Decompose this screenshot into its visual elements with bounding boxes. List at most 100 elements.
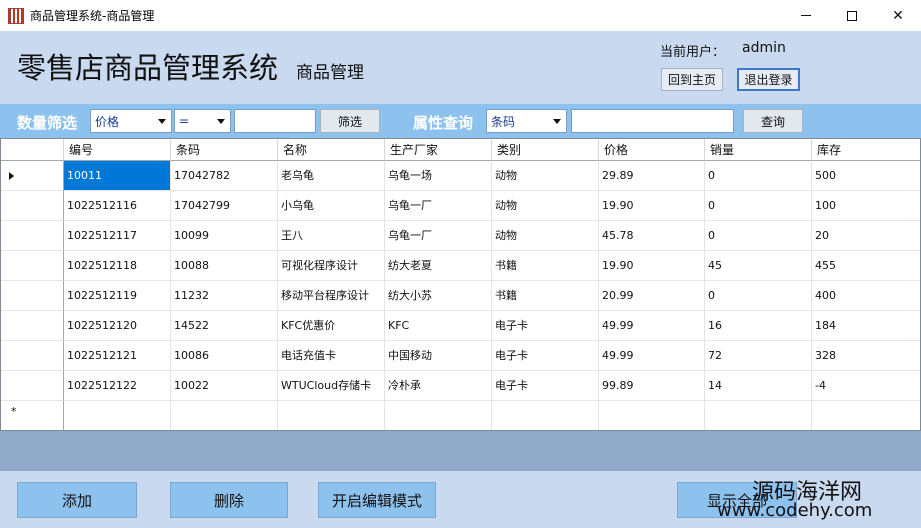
cell-id[interactable]: 1022512118 (64, 251, 171, 281)
cell-id[interactable]: 10011 (64, 161, 171, 191)
row-header[interactable] (1, 311, 64, 341)
cell-empty[interactable] (599, 401, 705, 430)
table-row[interactable]: 1022512119 11232 移动平台程序设计 纺大小苏 书籍 20.99 0 400 (1, 281, 920, 311)
table-row[interactable]: 1022512118 10088 可视化程序设计 纺大老夏 书籍 19.90 45 455 (1, 251, 920, 281)
cell-id[interactable]: 1022512116 (64, 191, 171, 221)
cell-barcode[interactable]: 17042799 (171, 191, 278, 221)
cell-sales[interactable]: 0 (705, 161, 812, 191)
add-button[interactable]: 添加 (17, 482, 137, 518)
cell-id[interactable]: 1022512117 (64, 221, 171, 251)
filter-button[interactable]: 筛选 (320, 109, 380, 133)
cell-manufacturer[interactable]: 冷朴承 (385, 371, 492, 401)
cell-stock[interactable]: 184 (812, 311, 920, 341)
cell-category[interactable]: 电子卡 (492, 311, 599, 341)
cell-category[interactable]: 动物 (492, 161, 599, 191)
table-row[interactable]: 1022512120 14522 KFC优惠价 KFC 电子卡 49.99 16 184 (1, 311, 920, 341)
cell-sales[interactable]: 16 (705, 311, 812, 341)
operator-select[interactable]: = (174, 109, 231, 133)
cell-sales[interactable]: 0 (705, 281, 812, 311)
cell-sales[interactable]: 14 (705, 371, 812, 401)
column-header-stock[interactable]: 库存 (812, 139, 920, 161)
close-button[interactable]: ✕ (875, 0, 921, 31)
cell-barcode[interactable]: 10022 (171, 371, 278, 401)
cell-category[interactable]: 动物 (492, 221, 599, 251)
attribute-select[interactable]: 条码 (486, 109, 567, 133)
cell-id[interactable]: 1022512122 (64, 371, 171, 401)
query-button[interactable]: 查询 (743, 109, 803, 133)
minimize-button[interactable] (783, 0, 829, 31)
cell-name[interactable]: WTUCloud存储卡 (278, 371, 385, 401)
query-input[interactable] (571, 109, 734, 133)
row-header[interactable] (1, 161, 64, 191)
cell-name[interactable]: 老乌龟 (278, 161, 385, 191)
cell-empty[interactable] (492, 401, 599, 430)
cell-id[interactable]: 1022512120 (64, 311, 171, 341)
delete-button[interactable]: 删除 (170, 482, 288, 518)
column-header-manufacturer[interactable]: 生产厂家 (385, 139, 492, 161)
table-row[interactable]: 1022512122 10022 WTUCloud存储卡 冷朴承 电子卡 99.89 14-… (1, 371, 920, 401)
cell-empty[interactable] (705, 401, 812, 430)
cell-price[interactable]: 20.99 (599, 281, 705, 311)
cell-category[interactable]: 电子卡 (492, 341, 599, 371)
cell-stock[interactable]: 20 (812, 221, 920, 251)
table-row[interactable]: 1022512121 10086 电话充值卡 中国移动 电子卡 49.99 72 328 (1, 341, 920, 371)
cell-name[interactable]: KFC优惠价 (278, 311, 385, 341)
maximize-button[interactable] (829, 0, 875, 31)
product-grid[interactable]: 编号 条码 名称 生产厂家 类别 价格 销量 库存 10011 17042782 老… (0, 138, 921, 431)
logout-button[interactable]: 退出登录 (737, 68, 800, 91)
cell-sales[interactable]: 72 (705, 341, 812, 371)
row-header[interactable]: * (1, 401, 64, 430)
column-header-id[interactable]: 编号 (64, 139, 171, 161)
cell-stock[interactable]: 400 (812, 281, 920, 311)
cell-empty[interactable] (278, 401, 385, 430)
cell-category[interactable]: 动物 (492, 191, 599, 221)
row-header[interactable] (1, 251, 64, 281)
cell-barcode[interactable]: 10086 (171, 341, 278, 371)
cell-price[interactable]: 19.90 (599, 191, 705, 221)
field-select[interactable]: 价格 (90, 109, 172, 133)
cell-sales[interactable]: 45 (705, 251, 812, 281)
table-row[interactable]: 1022512117 10099 王八 乌龟一厂 动物 45.78 0 20 (1, 221, 920, 251)
cell-empty[interactable] (385, 401, 492, 430)
table-row[interactable]: 1022512116 17042799 小乌龟 乌龟一厂 动物 19.90 0 100 (1, 191, 920, 221)
cell-barcode[interactable]: 10099 (171, 221, 278, 251)
cell-name[interactable]: 王八 (278, 221, 385, 251)
cell-stock[interactable]: 455 (812, 251, 920, 281)
row-header[interactable] (1, 341, 64, 371)
cell-barcode[interactable]: 17042782 (171, 161, 278, 191)
column-header-name[interactable]: 名称 (278, 139, 385, 161)
cell-sales[interactable]: 0 (705, 221, 812, 251)
cell-manufacturer[interactable]: KFC (385, 311, 492, 341)
column-header-category[interactable]: 类别 (492, 139, 599, 161)
cell-price[interactable]: 45.78 (599, 221, 705, 251)
cell-barcode[interactable]: 11232 (171, 281, 278, 311)
cell-stock[interactable]: 100 (812, 191, 920, 221)
table-row[interactable]: 10011 17042782 老乌龟 乌龟一场 动物 29.89 0 500 (1, 161, 920, 191)
row-header[interactable] (1, 371, 64, 401)
new-row[interactable]: * (1, 401, 920, 430)
cell-sales[interactable]: 0 (705, 191, 812, 221)
row-header[interactable] (1, 281, 64, 311)
cell-empty[interactable] (64, 401, 171, 430)
cell-stock[interactable]: 328 (812, 341, 920, 371)
edit-mode-button[interactable]: 开启编辑模式 (318, 482, 436, 518)
cell-name[interactable]: 电话充值卡 (278, 341, 385, 371)
cell-price[interactable]: 49.99 (599, 311, 705, 341)
cell-stock[interactable]: 500 (812, 161, 920, 191)
cell-price[interactable]: 99.89 (599, 371, 705, 401)
cell-price[interactable]: 49.99 (599, 341, 705, 371)
cell-price[interactable]: 19.90 (599, 251, 705, 281)
cell-manufacturer[interactable]: 乌龟一场 (385, 161, 492, 191)
column-header-barcode[interactable]: 条码 (171, 139, 278, 161)
column-header-price[interactable]: 价格 (599, 139, 705, 161)
cell-category[interactable]: 书籍 (492, 281, 599, 311)
cell-manufacturer[interactable]: 乌龟一厂 (385, 221, 492, 251)
cell-manufacturer[interactable]: 乌龟一厂 (385, 191, 492, 221)
cell-name[interactable]: 可视化程序设计 (278, 251, 385, 281)
cell-manufacturer[interactable]: 中国移动 (385, 341, 492, 371)
cell-barcode[interactable]: 14522 (171, 311, 278, 341)
cell-manufacturer[interactable]: 纺大老夏 (385, 251, 492, 281)
home-button[interactable]: 回到主页 (661, 68, 723, 91)
cell-empty[interactable] (171, 401, 278, 430)
cell-id[interactable]: 1022512121 (64, 341, 171, 371)
